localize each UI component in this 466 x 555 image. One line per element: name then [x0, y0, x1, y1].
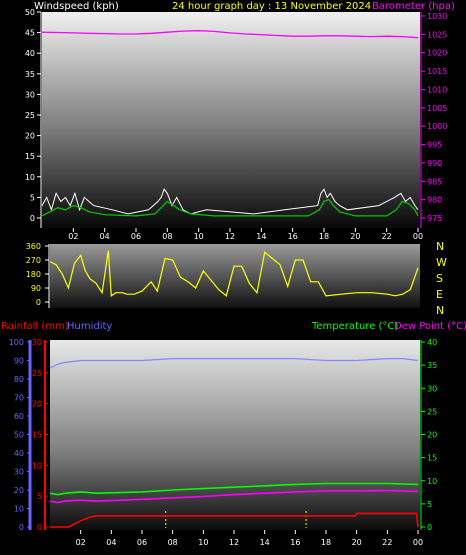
temp-x-tick-label: 10 — [198, 538, 208, 547]
rainfall-y-tick-label: 30 — [32, 338, 42, 347]
direction-y-tick-label: 360 — [26, 242, 41, 251]
wind-x-tick-label: 06 — [131, 232, 141, 241]
compass-n-top: N — [436, 240, 444, 253]
temp-x-tick-label: 02 — [76, 538, 86, 547]
direction-y-tick-label: 0 — [36, 298, 41, 307]
wind-x-tick-label: 22 — [382, 232, 392, 241]
temp-x-tick-label: 08 — [168, 538, 178, 547]
wind-x-tick-label: 10 — [194, 232, 204, 241]
chart-title: 24 hour graph day : 13 November 2024 — [172, 1, 371, 12]
humidity-label: Humidity — [67, 321, 112, 332]
wind-y-tick-label: 30 — [25, 90, 35, 99]
rainfall-label: Rainfall (mm) — [1, 321, 69, 332]
dewpoint-label: Dew Point (°C) — [394, 321, 466, 332]
temp-x-tick-label: 00 — [413, 538, 423, 547]
rainfall-y-tick-label: 5 — [37, 492, 42, 501]
compass-s: S — [436, 272, 443, 285]
wind-x-tick-label: 18 — [319, 232, 329, 241]
temperature-y-tick-label: 25 — [427, 407, 437, 416]
humidity-y-tick-label: 90 — [14, 357, 24, 366]
pressure-y-tick-label: 1020 — [427, 49, 447, 58]
wind-y-tick-label: 35 — [25, 70, 35, 79]
wind-x-tick-label: 20 — [350, 232, 360, 241]
direction-y-tick-label: 180 — [26, 270, 41, 279]
humidity-y-tick-label: 10 — [14, 505, 24, 514]
pressure-y-tick-label: 980 — [427, 196, 442, 205]
barometer-label: Barometer (hpa) — [372, 1, 455, 12]
humidity-y-tick-label: 70 — [14, 394, 24, 403]
temp-x-tick-label: 12 — [229, 538, 239, 547]
temperature-y-tick-label: 40 — [427, 338, 437, 347]
humidity-y-tick-label: 80 — [14, 375, 24, 384]
humidity-y-tick-label: 30 — [14, 468, 24, 477]
pressure-y-tick-label: 995 — [427, 141, 442, 150]
temp-x-tick-label: 04 — [106, 538, 116, 547]
humidity-y-tick-label: 40 — [14, 449, 24, 458]
wind-y-tick-label: 40 — [25, 49, 35, 58]
wind-y-tick-label: 0 — [30, 214, 35, 223]
pressure-y-tick-label: 1030 — [427, 12, 447, 21]
wind-direction-panel — [50, 244, 420, 308]
wind-y-tick-label: 5 — [30, 193, 35, 202]
temperature-y-tick-label: 5 — [427, 500, 432, 509]
humidity-y-tick-label: 100 — [9, 338, 24, 347]
pressure-y-tick-label: 985 — [427, 177, 442, 186]
temp-x-tick-label: 06 — [137, 538, 147, 547]
wind-x-tick-label: 08 — [162, 232, 172, 241]
wind-y-tick-label: 15 — [25, 152, 35, 161]
temp-x-tick-label: 18 — [321, 538, 331, 547]
wind-y-tick-label: 10 — [25, 173, 35, 182]
wind-x-tick-label: 14 — [256, 232, 266, 241]
compass-e: E — [436, 288, 443, 301]
pressure-y-tick-label: 1015 — [427, 67, 447, 76]
pressure-y-tick-label: 1005 — [427, 104, 447, 113]
compass-w: W — [436, 256, 447, 269]
rainfall-y-tick-label: 20 — [32, 400, 42, 409]
temperature-y-tick-label: 30 — [427, 384, 437, 393]
temperature-y-tick-label: 20 — [427, 431, 437, 440]
compass-n-bottom: N — [436, 304, 444, 317]
direction-y-tick-label: 90 — [31, 284, 41, 293]
temp-x-tick-label: 16 — [290, 538, 300, 547]
wind-x-tick-label: 16 — [288, 232, 298, 241]
humidity-y-tick-label: 50 — [14, 431, 24, 440]
wind-y-tick-label: 45 — [25, 29, 35, 38]
rainfall-y-tick-label: 10 — [32, 461, 42, 470]
rainfall-y-tick-label: 25 — [32, 369, 42, 378]
temperature-y-tick-label: 35 — [427, 361, 437, 370]
wind-x-tick-label: 00 — [413, 232, 423, 241]
temperature-y-tick-label: 15 — [427, 454, 437, 463]
wind-pressure-panel — [42, 12, 420, 228]
temperature-label: Temperature (°C) — [311, 321, 398, 332]
pressure-y-tick-label: 1000 — [427, 122, 447, 131]
wind-x-tick-label: 04 — [100, 232, 110, 241]
weather-chart: Windspeed (kph) 24 hour graph day : 13 N… — [1, 1, 466, 547]
humidity-y-tick-label: 0 — [19, 523, 24, 532]
temp-x-tick-label: 22 — [382, 538, 392, 547]
pressure-y-tick-label: 1010 — [427, 85, 447, 94]
rainfall-y-tick-label: 15 — [32, 431, 42, 440]
humidity-y-tick-label: 20 — [14, 486, 24, 495]
pressure-y-tick-label: 1025 — [427, 30, 447, 39]
direction-y-tick-label: 270 — [26, 256, 41, 265]
wind-x-tick-label: 12 — [225, 232, 235, 241]
temperature-y-tick-label: 0 — [427, 523, 432, 532]
windspeed-label: Windspeed (kph) — [34, 1, 119, 12]
wind-x-tick-label: 02 — [68, 232, 78, 241]
temperature-y-tick-label: 10 — [427, 477, 437, 486]
rainfall-y-tick-label: 0 — [37, 523, 42, 532]
pressure-y-tick-label: 990 — [427, 159, 442, 168]
temp-x-tick-label: 14 — [260, 538, 270, 547]
pressure-y-tick-label: 975 — [427, 214, 442, 223]
wind-y-tick-label: 50 — [25, 8, 35, 17]
wind-y-tick-label: 25 — [25, 111, 35, 120]
humidity-y-tick-label: 60 — [14, 412, 24, 421]
temp-x-tick-label: 20 — [352, 538, 362, 547]
wind-y-tick-label: 20 — [25, 132, 35, 141]
